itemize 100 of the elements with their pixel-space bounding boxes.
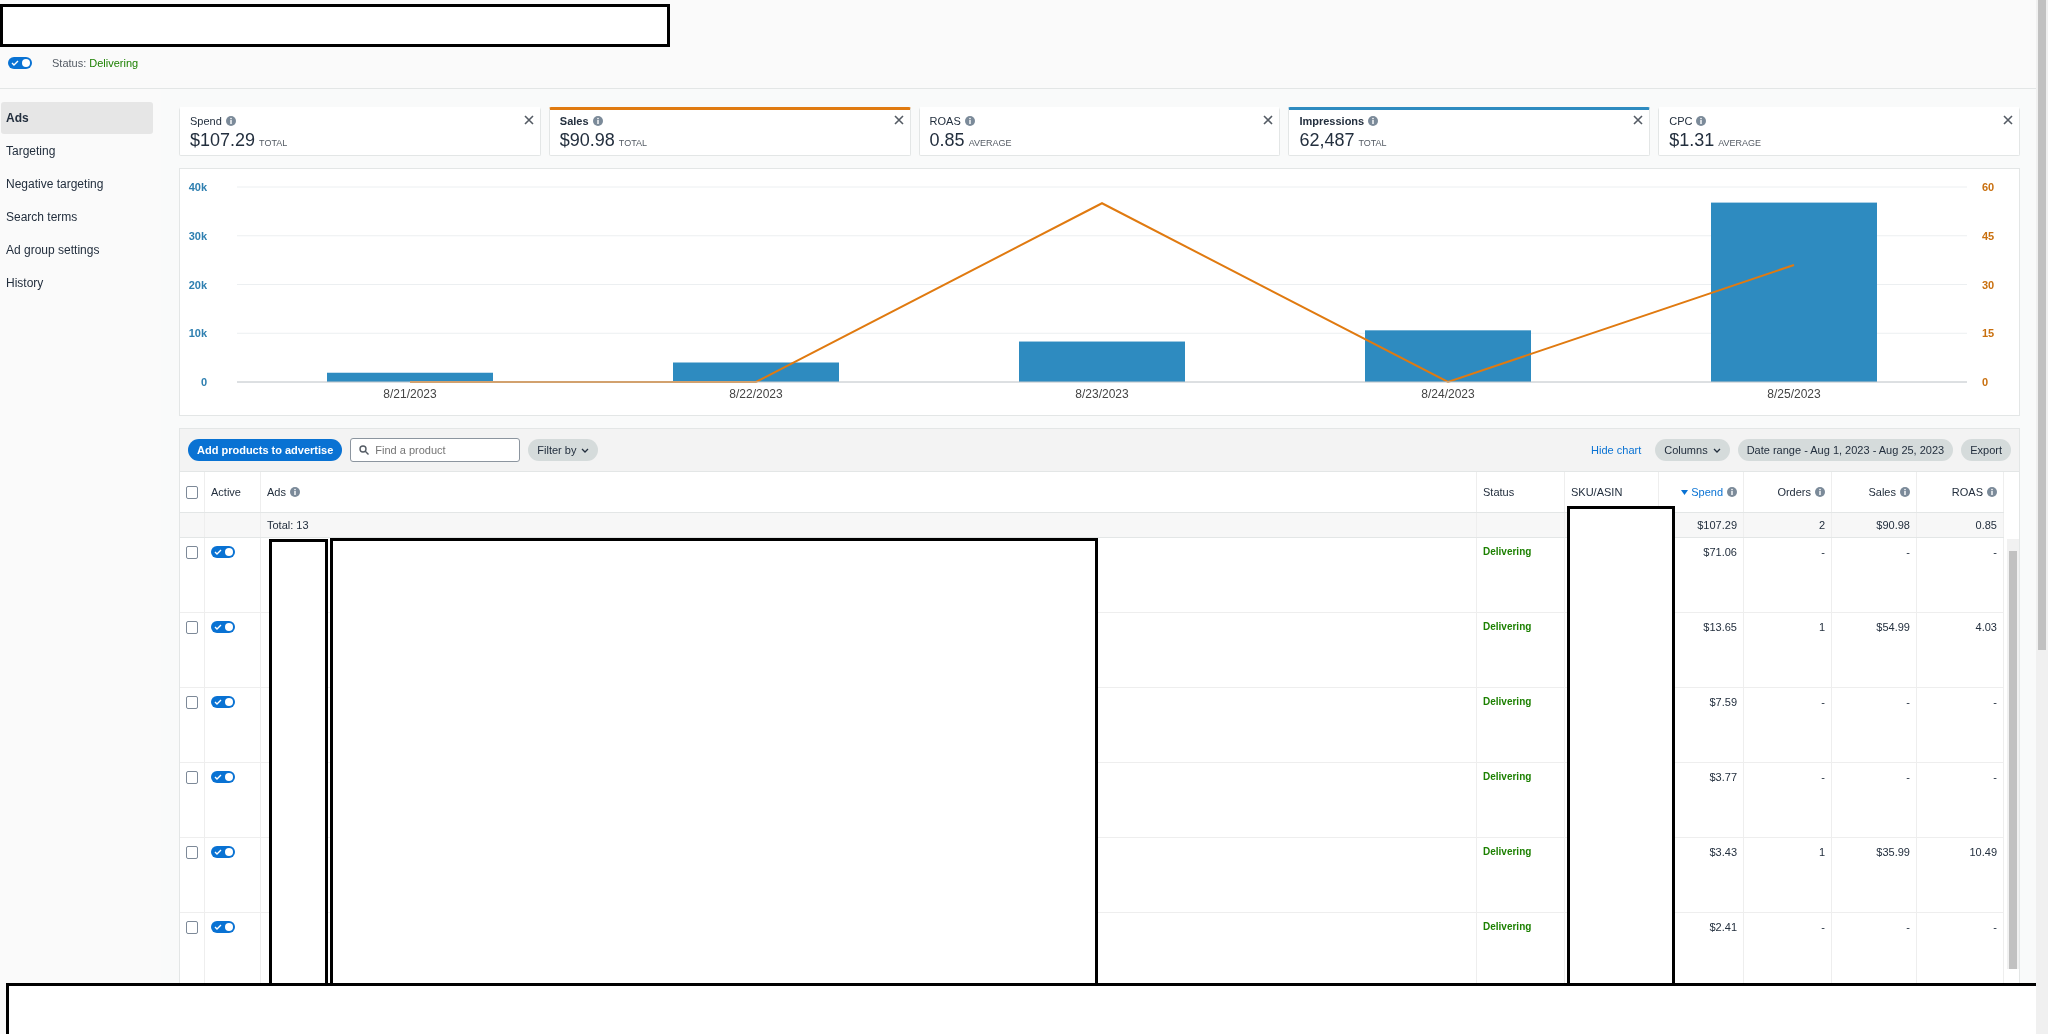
close-icon[interactable]	[1633, 115, 1644, 125]
metric-value: $1.31	[1669, 130, 1715, 150]
metric-label: Impressions	[1299, 115, 1365, 127]
metric-card[interactable]: ROAS 0.85 AVERAGE	[918, 107, 1281, 156]
checkbox[interactable]	[186, 846, 198, 859]
axis-tick-label: 30k	[188, 229, 207, 242]
metric-value: 0.85	[929, 130, 965, 150]
sidebar-item[interactable]: Targeting	[1, 135, 153, 167]
column-header[interactable]: ROAS	[1951, 486, 1983, 498]
metric-unit: AVERAGE	[968, 138, 1012, 148]
status-text: Delivering	[1483, 921, 1532, 932]
info-icon	[1727, 487, 1737, 497]
hide-chart-link[interactable]: Hide chart	[1591, 444, 1642, 456]
toggle-switch[interactable]	[211, 546, 235, 558]
info-icon	[1987, 487, 1997, 497]
table-cell: -	[1906, 771, 1910, 783]
table-cell: -	[1906, 921, 1910, 933]
info-icon	[964, 116, 975, 126]
status-label: Status: Delivering	[52, 57, 139, 69]
table-cell: $90.98	[1876, 519, 1910, 531]
status-text: Delivering	[1483, 696, 1532, 707]
check-icon	[214, 548, 222, 556]
close-icon[interactable]	[1263, 115, 1274, 125]
export-button[interactable]: Export	[1961, 439, 2011, 461]
checkbox[interactable]	[186, 696, 198, 709]
metric-unit: TOTAL	[1358, 138, 1387, 148]
toggle-switch[interactable]	[211, 771, 235, 783]
close-icon[interactable]	[523, 115, 534, 125]
close-icon[interactable]	[893, 115, 904, 125]
sidebar-item[interactable]: Search terms	[1, 201, 153, 233]
sidebar-item[interactable]: Ad group settings	[1, 234, 153, 266]
check-icon	[214, 623, 222, 631]
table-scrollbar[interactable]	[2007, 539, 2019, 969]
table-cell: 1	[1818, 621, 1825, 633]
date-range-button[interactable]: Date range - Aug 1, 2023 - Aug 25, 2023	[1737, 439, 1954, 461]
toggle-switch[interactable]	[211, 846, 235, 858]
page-scrollbar[interactable]	[2036, 0, 2048, 1034]
toggle-switch[interactable]	[8, 57, 32, 69]
sidebar-item[interactable]: History	[1, 267, 153, 299]
checkbox[interactable]	[186, 546, 198, 559]
columns-dropdown[interactable]: Columns	[1655, 439, 1730, 461]
check-icon	[214, 698, 222, 706]
table-cell: -	[1906, 696, 1910, 708]
filter-dropdown[interactable]: Filter by	[528, 439, 599, 461]
column-header[interactable]: Spend	[1681, 486, 1723, 498]
column-header[interactable]: Sales	[1868, 486, 1896, 498]
table-cell: $35.99	[1876, 846, 1910, 858]
metric-label: ROAS	[929, 115, 961, 127]
column-header[interactable]: SKU/ASIN	[1571, 486, 1623, 498]
axis-tick-label: 8/22/2023	[729, 387, 783, 401]
checkbox[interactable]	[186, 921, 198, 934]
table-cell: 10.49	[1969, 846, 1997, 858]
metric-label: Spend	[190, 115, 222, 127]
column-header[interactable]: Orders	[1777, 486, 1811, 498]
checkbox[interactable]	[186, 621, 198, 634]
close-icon[interactable]	[2003, 115, 2013, 125]
metric-card[interactable]: Spend $107.29 TOTAL	[179, 107, 541, 156]
toggle-switch[interactable]	[211, 621, 235, 633]
status-text: Delivering	[1483, 621, 1532, 632]
table-cell: $2.41	[1709, 921, 1737, 933]
check-icon	[214, 773, 222, 781]
checkbox[interactable]	[186, 771, 198, 784]
table-cell: 0.85	[1975, 519, 1997, 531]
check-icon	[214, 923, 222, 931]
axis-tick-label: 45	[1982, 229, 1995, 242]
metric-unit: TOTAL	[259, 138, 288, 148]
metric-label: CPC	[1669, 115, 1693, 127]
sidebar-item[interactable]: Ads	[1, 102, 153, 134]
status-text: Delivering	[1483, 546, 1532, 557]
chevron-down-icon	[1712, 447, 1721, 453]
column-header[interactable]: Ads	[267, 486, 286, 498]
table-cell: 2	[1818, 519, 1825, 531]
column-header[interactable]: Active	[211, 486, 241, 498]
info-icon	[592, 116, 603, 126]
table-cell: $54.99	[1876, 621, 1910, 633]
sort-caret-icon	[1681, 490, 1689, 495]
metric-card[interactable]: Sales $90.98 TOTAL	[548, 107, 911, 156]
column-header[interactable]: Status	[1483, 486, 1515, 498]
info-icon	[1815, 487, 1825, 497]
check-icon	[11, 59, 19, 67]
add-products-button[interactable]: Add products to advertise	[188, 439, 343, 461]
sidebar-item[interactable]: Negative targeting	[1, 168, 153, 200]
table-cell: $107.29	[1697, 519, 1737, 531]
metric-card[interactable]: CPC $1.31 AVERAGE	[1658, 107, 2020, 156]
axis-tick-label: 8/21/2023	[383, 387, 437, 401]
metric-unit: TOTAL	[618, 138, 648, 148]
table-cell: -	[1993, 696, 1997, 708]
info-icon	[1900, 487, 1910, 497]
checkbox[interactable]	[186, 485, 198, 499]
metric-card[interactable]: Impressions 62,487 TOTAL	[1288, 107, 1651, 156]
axis-tick-label: 15	[1982, 327, 1995, 340]
info-icon	[225, 116, 236, 126]
table-cell: $13.65	[1703, 621, 1737, 633]
search-field[interactable]: Find a product	[350, 438, 521, 462]
status-text: Delivering	[1483, 771, 1532, 782]
table-cell: -	[1993, 771, 1997, 783]
toggle-switch[interactable]	[211, 696, 235, 708]
axis-tick-label: 60	[1982, 181, 1995, 193]
toggle-switch[interactable]	[211, 921, 235, 933]
metric-value: $90.98	[559, 130, 615, 150]
